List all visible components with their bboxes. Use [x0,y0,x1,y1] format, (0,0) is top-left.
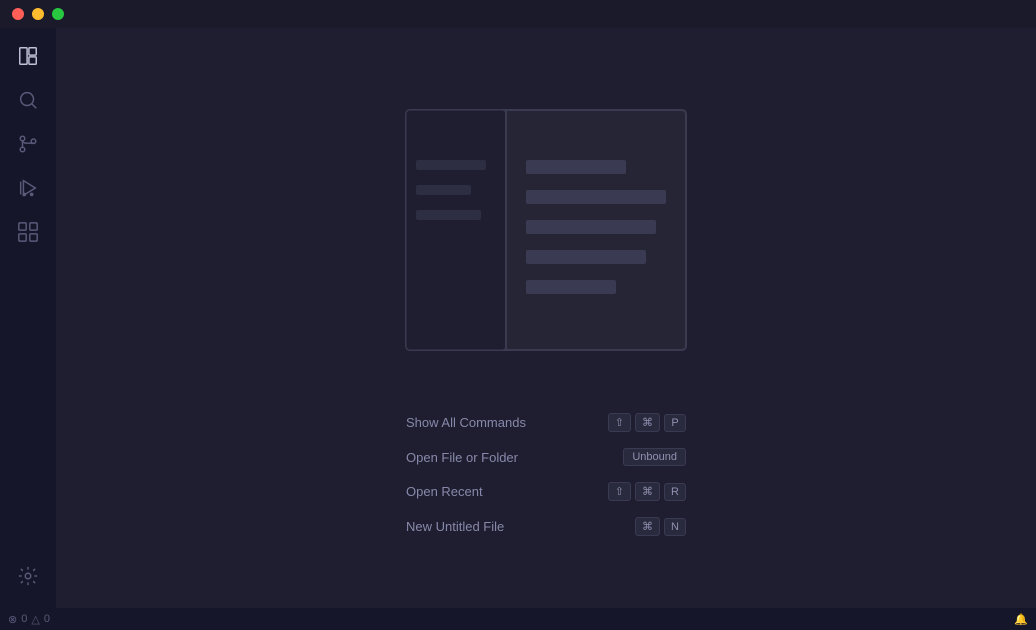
key-r: R [664,483,686,501]
open-recent-keys: ⇧ ⌘ R [608,482,686,501]
warning-count: 0 [44,613,50,625]
maximize-button[interactable] [52,8,64,20]
activity-bar-bottom [8,556,48,600]
key-p: P [664,414,686,432]
open-recent-label: Open Recent [406,484,483,499]
close-button[interactable] [12,8,24,20]
key-shift2: ⇧ [608,482,631,501]
key-cmd2: ⌘ [635,482,660,501]
main-layout: Show All Commands ⇧ ⌘ P Open File or Fol… [0,28,1036,608]
status-left: ⊗ 0 △ 0 [8,613,50,626]
key-cmd: ⌘ [635,413,660,432]
sidebar-item-extensions[interactable] [8,212,48,252]
key-unbound: Unbound [623,448,686,466]
sidebar-item-source-control[interactable] [8,124,48,164]
status-errors[interactable]: ⊗ 0 △ 0 [8,613,50,626]
sidebar-item-explorer[interactable] [8,36,48,76]
sidebar-item-settings[interactable] [8,556,48,596]
sidebar-item-search[interactable] [8,80,48,120]
logo-illustration [396,100,696,365]
error-count: 0 [21,613,27,625]
status-bar: ⊗ 0 △ 0 🔔 [0,608,1036,630]
shortcut-show-all-commands: Show All Commands ⇧ ⌘ P [406,413,686,432]
show-all-commands-keys: ⇧ ⌘ P [608,413,686,432]
activity-bar [0,28,56,608]
new-untitled-label: New Untitled File [406,519,504,534]
new-untitled-keys: ⌘ N [635,517,686,536]
open-file-keys: Unbound [623,448,686,466]
sidebar-item-run-debug[interactable] [8,168,48,208]
warning-icon: △ [31,613,39,626]
key-shift: ⇧ [608,413,631,432]
key-n: N [664,518,686,536]
shortcut-open-file: Open File or Folder Unbound [406,448,686,466]
titlebar [0,0,1036,28]
bell-icon[interactable]: 🔔 [1014,614,1028,626]
content-area: Show All Commands ⇧ ⌘ P Open File or Fol… [56,28,1036,608]
error-icon: ⊗ [8,613,17,626]
open-file-label: Open File or Folder [406,450,518,465]
status-right: 🔔 [1014,613,1028,626]
minimize-button[interactable] [32,8,44,20]
show-all-commands-label: Show All Commands [406,415,526,430]
activity-bar-top [8,36,48,556]
shortcut-open-recent: Open Recent ⇧ ⌘ R [406,482,686,501]
shortcut-new-untitled: New Untitled File ⌘ N [406,517,686,536]
shortcuts-container: Show All Commands ⇧ ⌘ P Open File or Fol… [406,413,686,536]
key-cmd3: ⌘ [635,517,660,536]
